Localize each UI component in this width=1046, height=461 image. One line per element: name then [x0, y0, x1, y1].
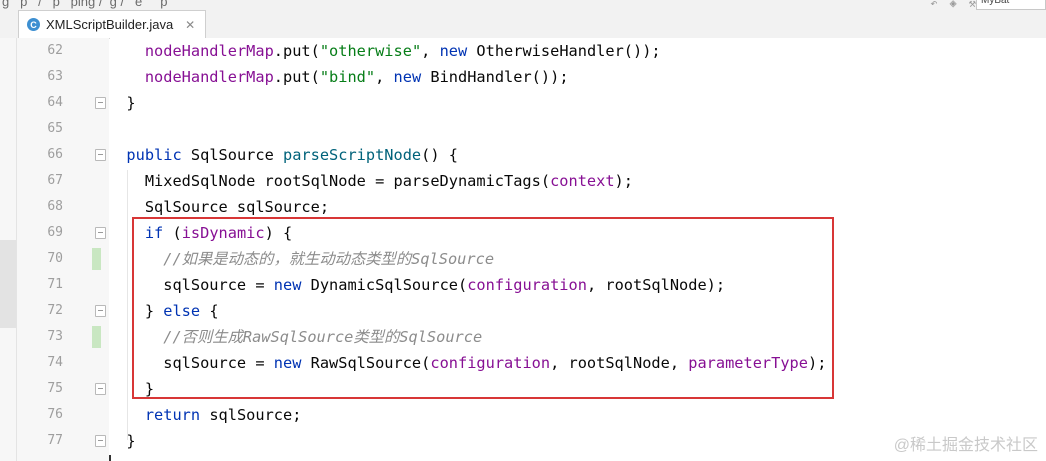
line-number: 73	[47, 329, 63, 344]
code-text: }	[108, 380, 155, 398]
code-text: return sqlSource;	[144, 406, 302, 424]
code-text: }	[108, 432, 136, 450]
line-number: 74	[47, 355, 63, 370]
code-text: sqlSource = new RawSqlSource(configurati…	[108, 354, 827, 372]
code-line[interactable]: 67 MixedSqlNode rootSqlNode = parseDynam…	[0, 168, 1046, 194]
line-number: 77	[47, 433, 63, 448]
code-text: SqlSource sqlSource;	[108, 198, 330, 216]
code-line[interactable]: 77 }	[0, 428, 1046, 454]
code-line[interactable]: 62 nodeHandlerMap.put("otherwise", new O…	[0, 38, 1046, 64]
fold-icon[interactable]	[95, 149, 106, 161]
code-line[interactable]: 73 //否则生成RawSqlSource类型的SqlSource	[0, 324, 1046, 350]
code-line[interactable]: 63 nodeHandlerMap.put("bind", new BindHa…	[0, 64, 1046, 90]
code-text: if (isDynamic) {	[144, 224, 293, 242]
back-icon[interactable]: ↶	[930, 0, 937, 10]
fold-icon[interactable]	[95, 305, 106, 317]
line-number: 71	[47, 277, 63, 292]
code-line[interactable]: 66 public SqlSource parseScriptNode() {	[0, 142, 1046, 168]
code-text: }	[108, 94, 136, 112]
fold-icon[interactable]	[95, 97, 106, 109]
line-number: 64	[47, 95, 63, 110]
code-line[interactable]: 69 if (isDynamic) {	[0, 220, 1046, 246]
run-config-select[interactable]: MyBat	[976, 0, 1046, 10]
code-line[interactable]: 72 } else {	[0, 298, 1046, 324]
line-number: 68	[47, 199, 63, 214]
tab-xmlscriptbuilder[interactable]: C XMLScriptBuilder.java ✕	[18, 10, 207, 38]
code-text: MixedSqlNode rootSqlNode = parseDynamicT…	[108, 172, 633, 190]
line-number: 63	[47, 69, 63, 84]
line-number: 67	[47, 173, 63, 188]
settings-icon[interactable]: ◈	[950, 0, 957, 10]
change-marker	[92, 326, 101, 348]
code-text: //如果是动态的，就生动动态类型的SqlSource	[163, 250, 495, 268]
fold-icon[interactable]	[95, 435, 106, 447]
tab-label: XMLScriptBuilder.java	[46, 17, 174, 32]
line-number: 66	[47, 147, 63, 162]
text-caret	[109, 455, 111, 461]
line-number: 70	[47, 251, 63, 266]
toolbar-icons: ↶ ◈ ⚒	[930, 0, 976, 10]
line-number: 65	[47, 121, 63, 136]
watermark: @稀土掘金技术社区	[893, 437, 1038, 454]
line-number: 72	[47, 303, 63, 318]
line-number: 76	[47, 407, 63, 422]
build-icon[interactable]: ⚒	[969, 0, 976, 10]
line-number: 62	[47, 43, 63, 58]
line-number: 69	[47, 225, 63, 240]
close-icon[interactable]: ✕	[185, 18, 195, 32]
code-line[interactable]: 68 SqlSource sqlSource;	[0, 194, 1046, 220]
code-text: public SqlSource parseScriptNode() {	[126, 146, 458, 164]
code-line[interactable]: 74 sqlSource = new RawSqlSource(configur…	[0, 350, 1046, 376]
code-line[interactable]: 65	[0, 116, 1046, 142]
change-marker	[92, 248, 101, 270]
code-text: //否则生成RawSqlSource类型的SqlSource	[163, 328, 483, 346]
code-line[interactable]: 64 }	[0, 90, 1046, 116]
fold-icon[interactable]	[95, 383, 106, 395]
editor-tab-bar: g p / p ping / g / e p C XMLScriptBuilde…	[0, 0, 1046, 39]
code-line[interactable]: 71 sqlSource = new DynamicSqlSource(conf…	[0, 272, 1046, 298]
breadcrumb[interactable]: g p / p ping / g / e p	[2, 0, 167, 9]
code-line[interactable]: 75 }	[0, 376, 1046, 402]
code-line[interactable]: 70 //如果是动态的，就生动动态类型的SqlSource	[0, 246, 1046, 272]
code-line[interactable]: 76 return sqlSource;	[0, 402, 1046, 428]
fold-icon[interactable]	[95, 227, 106, 239]
line-number: 75	[47, 381, 63, 396]
code-text: } else {	[108, 302, 219, 320]
code-text: nodeHandlerMap.put("bind", new BindHandl…	[144, 68, 569, 86]
java-class-icon: C	[27, 18, 40, 31]
code-text: nodeHandlerMap.put("otherwise", new Othe…	[144, 42, 661, 60]
code-text: sqlSource = new DynamicSqlSource(configu…	[108, 276, 726, 294]
